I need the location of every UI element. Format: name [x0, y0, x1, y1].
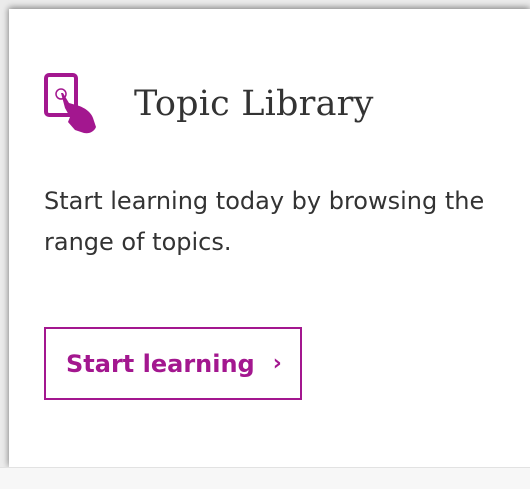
start-learning-label: Start learning [66, 349, 255, 378]
topic-library-card: Topic Library Start learning today by br… [9, 9, 530, 467]
card-title: Topic Library [134, 84, 374, 124]
start-learning-button[interactable]: Start learning › [44, 327, 302, 400]
card-header: Topic Library [44, 72, 374, 136]
page: Topic Library Start learning today by br… [0, 0, 530, 489]
card-description: Start learning today by browsing the ran… [44, 187, 485, 256]
next-card-edge [0, 467, 530, 489]
chevron-right-icon: › [272, 351, 282, 376]
tablet-touch-icon [44, 72, 98, 136]
